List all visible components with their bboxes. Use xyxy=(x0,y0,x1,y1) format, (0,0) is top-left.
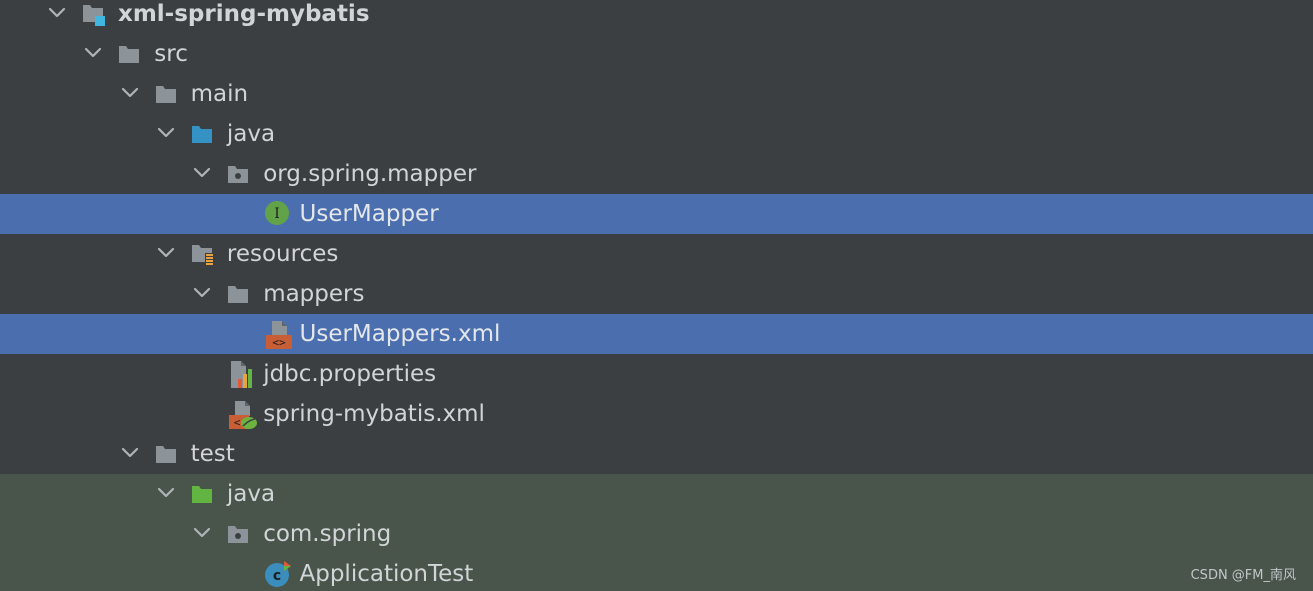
java-class-icon: c xyxy=(264,560,294,590)
package-icon xyxy=(227,163,249,185)
chevron-down-icon[interactable] xyxy=(156,123,176,143)
package-icon xyxy=(227,523,249,545)
tree-row-label: UserMappers.xml xyxy=(299,321,501,347)
tree-row-label: jdbc.properties xyxy=(263,361,437,387)
chevron-down-icon[interactable] xyxy=(120,443,140,463)
chevron-down-icon[interactable] xyxy=(47,3,67,23)
tree-row-label: org.spring.mapper xyxy=(263,161,477,187)
tree-row-label: mappers xyxy=(263,281,365,307)
chevron-down-icon[interactable] xyxy=(192,163,212,183)
java-interface-icon: I xyxy=(264,200,294,230)
folder-icon xyxy=(227,283,249,305)
chevron-down-icon[interactable] xyxy=(192,523,212,543)
chevron-down-icon[interactable] xyxy=(192,283,212,303)
chevron-down-icon[interactable] xyxy=(156,483,176,503)
tree-row[interactable]: jdbc.properties xyxy=(0,354,1313,394)
tree-row[interactable]: com.spring xyxy=(0,514,1313,554)
properties-file-icon xyxy=(227,360,257,390)
test-root-folder-icon xyxy=(191,483,213,505)
tree-row-label: java xyxy=(226,481,276,507)
module-folder-icon xyxy=(82,3,105,26)
tree-row[interactable]: test xyxy=(0,434,1313,474)
tree-row[interactable]: java xyxy=(0,114,1313,154)
tree-row-label: spring-mybatis.xml xyxy=(263,401,485,427)
tree-row[interactable]: < spring-mybatis.xml xyxy=(0,394,1313,434)
spring-xml-file-icon: < xyxy=(227,400,258,430)
svg-text:c: c xyxy=(272,568,280,584)
source-root-folder-icon xyxy=(191,123,213,145)
tree-row-label: xml-spring-mybatis xyxy=(118,1,370,27)
tree-row[interactable]: java xyxy=(0,474,1313,514)
tree-row[interactable]: main xyxy=(0,74,1313,114)
chevron-down-icon[interactable] xyxy=(120,83,140,103)
folder-icon xyxy=(118,43,140,65)
tree-row-label: java xyxy=(226,121,276,147)
tree-row[interactable]: <> UserMappers.xml xyxy=(0,314,1313,354)
tree-row[interactable]: c ApplicationTest xyxy=(0,554,1313,591)
tree-row-label: test xyxy=(190,441,235,467)
tree-row-label: src xyxy=(154,41,188,67)
tree-row[interactable]: I UserMapper xyxy=(0,194,1313,234)
chevron-down-icon[interactable] xyxy=(156,243,176,263)
resources-root-folder-icon xyxy=(191,243,214,266)
tree-row-label: com.spring xyxy=(263,521,392,547)
svg-text:<: < xyxy=(234,416,241,429)
project-tree: xml-spring-mybatis src main java org.spring.… xyxy=(0,0,1313,591)
tree-row[interactable]: mappers xyxy=(0,274,1313,314)
tree-row-label: UserMapper xyxy=(299,201,439,227)
svg-text:<>: <> xyxy=(272,336,286,349)
watermark: CSDN @FM_南风 xyxy=(1190,568,1296,583)
chevron-down-icon[interactable] xyxy=(83,43,103,63)
folder-icon xyxy=(155,83,177,105)
tree-row-label: main xyxy=(190,81,249,107)
tree-row-label: resources xyxy=(226,241,339,267)
folder-icon xyxy=(155,443,177,465)
xml-file-icon: <> xyxy=(264,320,294,350)
tree-row[interactable]: src xyxy=(0,34,1313,74)
tree-row-label: ApplicationTest xyxy=(299,561,474,587)
tree-row[interactable]: xml-spring-mybatis xyxy=(0,0,1313,34)
tree-row[interactable]: resources xyxy=(0,234,1313,274)
svg-text:I: I xyxy=(274,206,280,222)
tree-row[interactable]: org.spring.mapper xyxy=(0,154,1313,194)
